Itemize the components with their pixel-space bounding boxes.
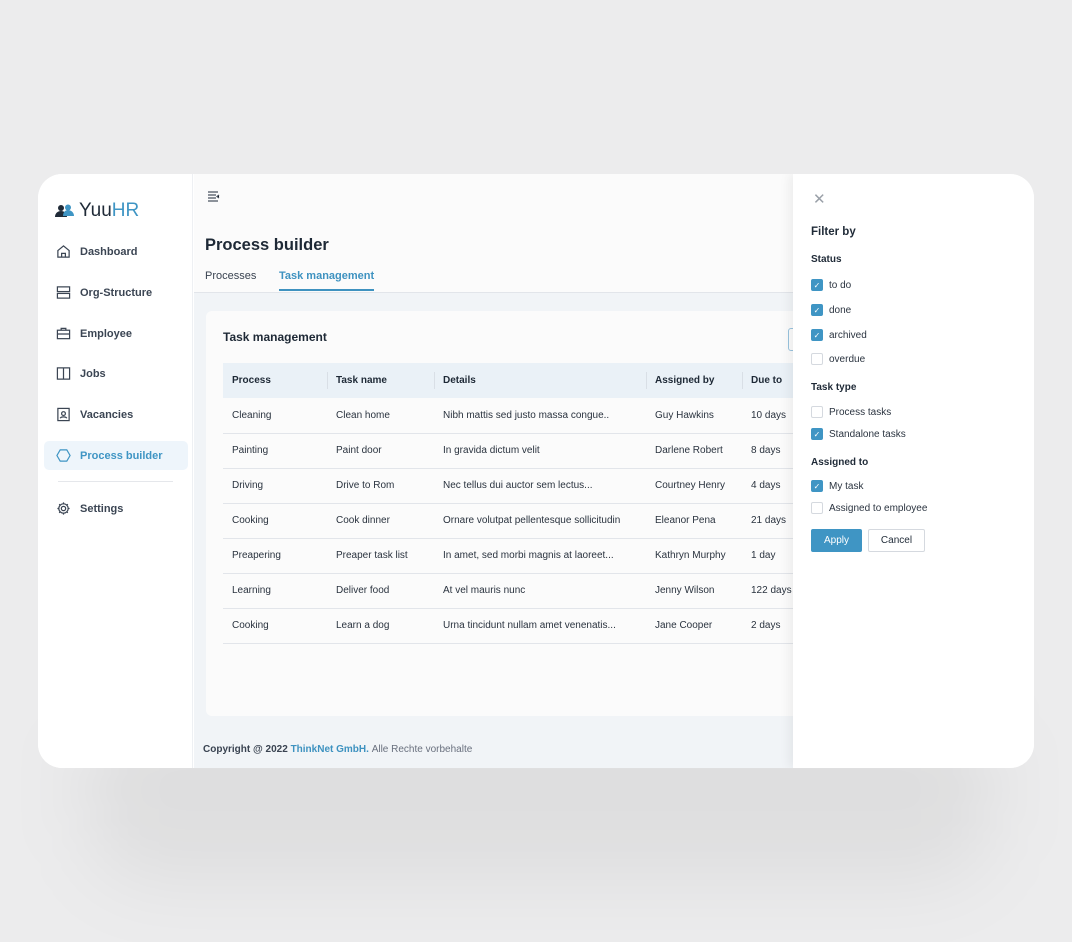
sidebar-item-dashboard[interactable]: Dashboard xyxy=(44,237,188,266)
sidebar-item-label: Process builder xyxy=(80,449,163,462)
checkbox-empty-icon[interactable] xyxy=(811,353,823,365)
server-icon xyxy=(56,286,71,299)
sidebar-item-process-builder[interactable]: Process builder xyxy=(44,441,188,470)
cancel-button[interactable]: Cancel xyxy=(868,529,925,552)
checkbox-checked-icon[interactable]: ✓ xyxy=(811,279,823,291)
sidebar-item-label: Vacancies xyxy=(80,408,134,421)
users-icon xyxy=(55,204,74,217)
book-icon xyxy=(56,367,71,380)
home-icon xyxy=(57,245,70,258)
checkbox-assigned-to-employee[interactable]: Assigned to employee xyxy=(811,502,927,514)
close-icon[interactable]: ✕ xyxy=(813,190,826,208)
briefcase-icon xyxy=(56,327,71,340)
sidebar-item-label: Dashboard xyxy=(80,245,138,258)
checkbox-overdue[interactable]: overdue xyxy=(811,353,865,365)
checkbox-checked-icon[interactable]: ✓ xyxy=(811,480,823,492)
checkbox-empty-icon[interactable] xyxy=(811,406,823,418)
sidebar-item-settings[interactable]: Settings xyxy=(44,494,188,523)
hexagon-icon xyxy=(56,449,71,462)
brand-name: Yuu xyxy=(79,200,112,221)
apply-button[interactable]: Apply xyxy=(811,529,862,552)
filter-panel: ✕ Filter by Status ✓ to do ✓ done ✓ archived o… xyxy=(793,174,1034,768)
checkbox-to-do[interactable]: ✓ to do xyxy=(811,279,851,291)
checkbox-label: overdue xyxy=(829,353,866,365)
task-type-heading: Task type xyxy=(811,382,857,393)
sidebar-item-employee[interactable]: Employee xyxy=(44,319,188,348)
checkbox-label: to do xyxy=(829,279,852,291)
sidebar-item-label: Jobs xyxy=(80,367,106,380)
checkbox-label: Process tasks xyxy=(829,406,892,418)
panel-overlay xyxy=(194,174,794,768)
brand-name-accent: HR xyxy=(111,200,140,221)
checkbox-checked-icon[interactable]: ✓ xyxy=(811,428,823,440)
checkbox-checked-icon[interactable]: ✓ xyxy=(811,329,823,341)
gear-icon xyxy=(57,502,70,515)
checkbox-empty-icon[interactable] xyxy=(811,502,823,514)
checkbox-label: My task xyxy=(829,480,864,492)
checkbox-my-task[interactable]: ✓ My task xyxy=(811,480,863,492)
app-window: YuuHR Dashboard Org-Structure Employee J… xyxy=(38,174,1034,768)
sidebar-divider xyxy=(58,481,173,482)
checkbox-standalone-tasks[interactable]: ✓ Standalone tasks xyxy=(811,428,906,440)
checkbox-checked-icon[interactable]: ✓ xyxy=(811,304,823,316)
checkbox-process-tasks[interactable]: Process tasks xyxy=(811,406,891,418)
sidebar-item-label: Org-Structure xyxy=(80,286,153,299)
checkbox-label: archived xyxy=(829,329,867,341)
status-heading: Status xyxy=(811,254,842,265)
checkbox-label: Standalone tasks xyxy=(829,428,906,440)
filter-title: Filter by xyxy=(811,226,856,238)
sidebar-item-vacancies[interactable]: Vacancies xyxy=(44,400,188,429)
checkbox-label: Assigned to employee xyxy=(829,502,928,514)
checkbox-archived[interactable]: ✓ archived xyxy=(811,329,867,341)
sidebar: YuuHR Dashboard Org-Structure Employee J… xyxy=(38,174,193,768)
sidebar-item-label: Employee xyxy=(80,327,132,340)
sidebar-item-jobs[interactable]: Jobs xyxy=(44,359,188,388)
badge-icon xyxy=(57,407,70,422)
logo: YuuHR xyxy=(55,200,139,222)
sidebar-item-label: Settings xyxy=(80,502,124,515)
checkbox-done[interactable]: ✓ done xyxy=(811,304,851,316)
sidebar-item-org-structure[interactable]: Org-Structure xyxy=(44,278,188,307)
checkbox-label: done xyxy=(829,304,852,316)
assigned-heading: Assigned to xyxy=(811,457,869,468)
